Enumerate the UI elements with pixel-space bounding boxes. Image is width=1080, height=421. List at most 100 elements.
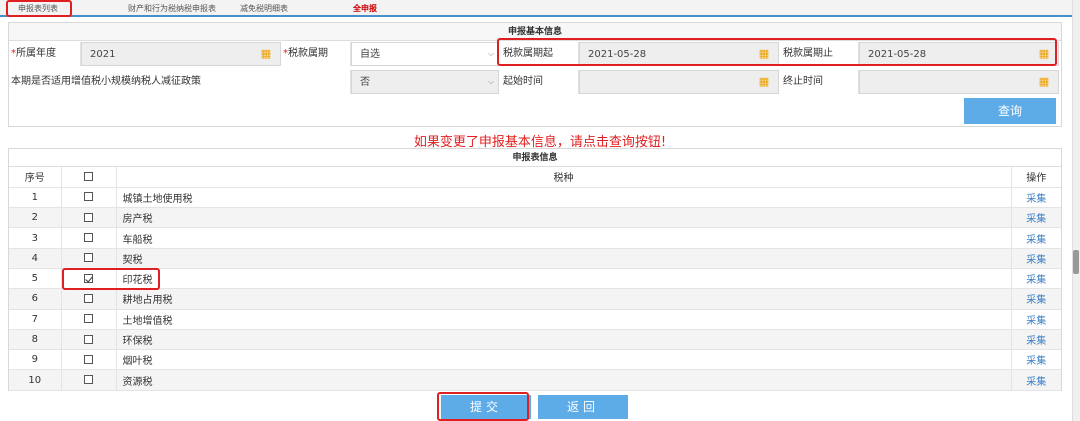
tab-property-behavior-tax[interactable]: 财产和行为税纳税申报表: [128, 3, 216, 14]
tab-relief-details[interactable]: 减免税明细表: [240, 3, 288, 14]
basic-info-panel: 申报基本信息 *所属年度 2021 ▦ *税款属期 自选 ⌵ 税款属期起 202…: [8, 22, 1062, 127]
row-no: 4: [9, 248, 62, 269]
collect-link[interactable]: 采集: [1026, 275, 1046, 286]
scrollbar-thumb[interactable]: [1073, 250, 1079, 274]
row-checkbox-cell: [61, 369, 117, 391]
period-end-field[interactable]: 2021-05-28 ▦: [859, 42, 1059, 66]
calendar-icon[interactable]: ▦: [758, 48, 770, 60]
row-tax-name: 烟叶税: [116, 349, 1012, 371]
table-row: 3 车船税 采集: [9, 227, 1061, 249]
row-op-cell: 采集: [1011, 207, 1061, 229]
declaration-table-title: 申报表信息: [9, 149, 1061, 167]
row-tax-name: 环保税: [116, 329, 1012, 351]
period-select[interactable]: 自选 ⌵: [351, 42, 499, 66]
row-tax-name: 城镇土地使用税: [116, 187, 1012, 209]
row-checkbox[interactable]: [84, 354, 93, 364]
row-tax-name: 车船税: [116, 227, 1012, 249]
tab-declaration-list[interactable]: 申报表列表: [18, 3, 58, 14]
row-checkbox-cell: [61, 187, 117, 209]
collect-link[interactable]: 采集: [1026, 235, 1046, 246]
select-all-checkbox[interactable]: [84, 171, 93, 181]
header-no: 序号: [9, 167, 62, 188]
row-no: 5: [9, 268, 62, 290]
table-row: 8 环保税 采集: [9, 329, 1061, 351]
chevron-down-icon[interactable]: ⌵: [486, 43, 496, 65]
row-op-cell: 采集: [1011, 369, 1061, 391]
period-start-label: 税款属期起: [501, 42, 579, 66]
header-tax: 税种: [116, 167, 1012, 188]
tab-full-declaration[interactable]: 全申报: [353, 3, 377, 14]
row-op-cell: 采集: [1011, 187, 1061, 209]
table-row: 10 资源税 采集: [9, 369, 1061, 391]
row-no: 7: [9, 309, 62, 330]
collect-link[interactable]: 采集: [1026, 356, 1046, 367]
declaration-table: 序号 税种 操作 1 城镇土地使用税 采集 2 房产税 采集 3 车船税 采集 4 契税 采集 5 印花税…: [9, 167, 1061, 391]
collect-link[interactable]: 采集: [1026, 377, 1046, 388]
row-checkbox[interactable]: [84, 253, 93, 263]
row-checkbox[interactable]: [84, 293, 93, 303]
row-checkbox[interactable]: [84, 273, 93, 283]
tab-strip: 申报表列表 财产和行为税纳税申报表 减免税明细表 全申报: [0, 0, 1072, 17]
row-op-cell: 采集: [1011, 268, 1061, 290]
row-checkbox[interactable]: [84, 314, 93, 324]
end-time-field[interactable]: ▦: [859, 70, 1059, 94]
period-end-label: 税款属期止: [781, 42, 859, 66]
calendar-icon[interactable]: ▦: [1038, 48, 1050, 60]
row-no: 3: [9, 227, 62, 249]
row-op-cell: 采集: [1011, 329, 1061, 351]
collect-link[interactable]: 采集: [1026, 336, 1046, 347]
row-no: 8: [9, 329, 62, 351]
period-label: *税款属期: [281, 42, 351, 66]
policy-label: 本期是否适用增值税小规模纳税人减征政策: [9, 70, 351, 94]
row-checkbox-cell: [61, 329, 117, 351]
row-op-cell: 采集: [1011, 288, 1061, 310]
table-row: 1 城镇土地使用税 采集: [9, 187, 1061, 209]
row-no: 2: [9, 207, 62, 229]
calendar-icon[interactable]: ▦: [758, 76, 770, 88]
row-checkbox-cell: [61, 248, 117, 269]
policy-select[interactable]: 否 ⌵: [351, 70, 499, 94]
end-time-label: 终止时间: [781, 70, 859, 94]
header-op: 操作: [1011, 167, 1061, 188]
back-button[interactable]: 返回: [538, 395, 628, 419]
table-row: 6 耕地占用税 采集: [9, 288, 1061, 310]
table-row: 2 房产税 采集: [9, 207, 1061, 229]
collect-link[interactable]: 采集: [1026, 316, 1046, 327]
table-row: 4 契税 采集: [9, 248, 1061, 269]
basic-info-row-2: 本期是否适用增值税小规模纳税人减征政策 否 ⌵ 起始时间 ▦ 终止时间 ▦: [9, 70, 1061, 94]
basic-info-row-1: *所属年度 2021 ▦ *税款属期 自选 ⌵ 税款属期起 2021-05-28…: [9, 42, 1061, 66]
year-label: *所属年度: [9, 42, 81, 66]
submit-button[interactable]: 提交: [441, 395, 531, 419]
period-start-field[interactable]: 2021-05-28 ▦: [579, 42, 779, 66]
chevron-down-icon[interactable]: ⌵: [486, 71, 496, 93]
row-checkbox[interactable]: [84, 233, 93, 243]
table-row: 5 印花税 采集: [9, 268, 1061, 290]
row-no: 10: [9, 369, 62, 391]
row-tax-name: 契税: [116, 248, 1012, 269]
row-tax-name: 耕地占用税: [116, 288, 1012, 310]
row-checkbox[interactable]: [84, 334, 93, 344]
collect-link[interactable]: 采集: [1026, 194, 1046, 205]
row-checkbox-cell: [61, 309, 117, 330]
calendar-icon[interactable]: ▦: [1038, 76, 1050, 88]
row-checkbox-cell: [61, 207, 117, 229]
row-checkbox[interactable]: [84, 375, 93, 385]
collect-link[interactable]: 采集: [1026, 255, 1046, 266]
row-tax-name: 土地增值税: [116, 309, 1012, 330]
query-button[interactable]: 查询: [964, 98, 1056, 124]
row-op-cell: 采集: [1011, 248, 1061, 269]
row-checkbox-cell: [61, 349, 117, 371]
row-no: 6: [9, 288, 62, 310]
row-checkbox[interactable]: [84, 212, 93, 222]
scrollbar[interactable]: [1072, 0, 1080, 421]
start-time-field[interactable]: ▦: [579, 70, 779, 94]
declaration-table-panel: 申报表信息 序号 税种 操作 1 城镇土地使用税 采集 2 房产税 采集 3 车船税 采集 4 契税…: [8, 148, 1062, 391]
collect-link[interactable]: 采集: [1026, 295, 1046, 306]
year-field[interactable]: 2021 ▦: [81, 42, 281, 66]
collect-link[interactable]: 采集: [1026, 214, 1046, 225]
row-tax-name: 房产税: [116, 207, 1012, 229]
calendar-icon[interactable]: ▦: [260, 48, 272, 60]
row-checkbox[interactable]: [84, 192, 93, 202]
row-no: 9: [9, 349, 62, 371]
row-no: 1: [9, 187, 62, 209]
